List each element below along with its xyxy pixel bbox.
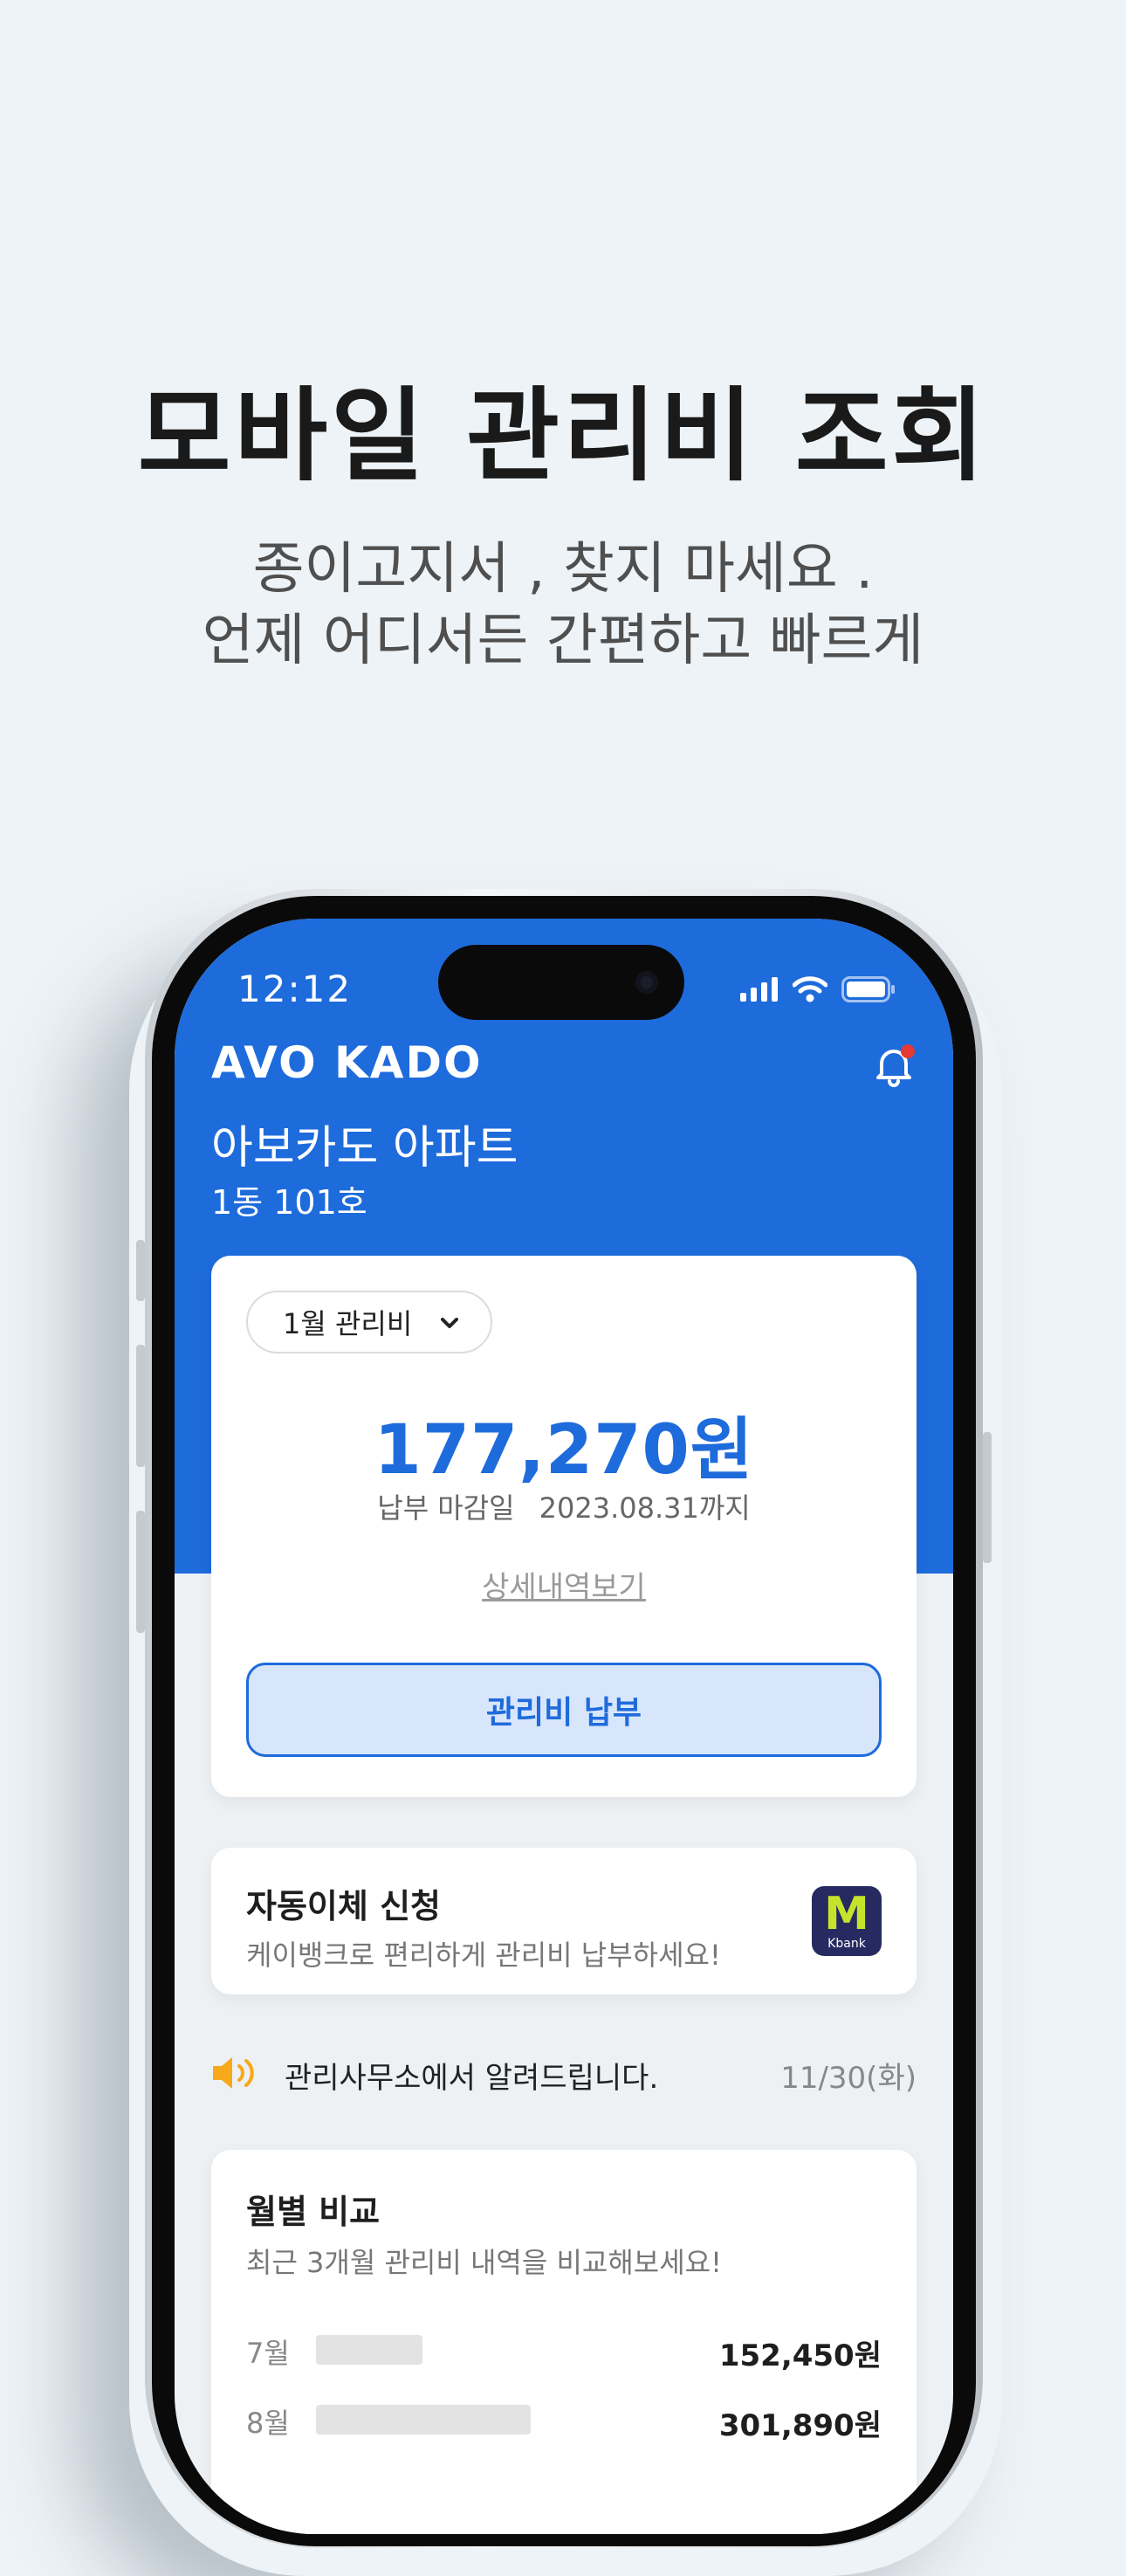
battery-icon [841,976,895,1002]
bill-card: 1월 관리비 177,270원 납부 마감일 2023.08.31까지 상세내역보… [211,1256,917,1797]
promo-headline: 모바일 관리비 조회 [137,377,989,495]
auto-transfer-card[interactable]: 자동이체 신청 케이뱅크로 편리하게 관리비 납부하세요! M Kbank [211,1848,917,1994]
notice-banner[interactable]: 관리사무소에서 알려드립니다. 11/30(화) [211,2045,917,2097]
kbank-logo-text: Kbank [827,1937,866,1951]
kbank-logo-letter: M [824,1888,869,1940]
compare-amount: 301,890원 [718,2408,882,2443]
payment-deadline: 납부 마감일 2023.08.31까지 [211,1486,917,1526]
dynamic-island [438,945,684,1020]
auto-transfer-title: 자동이체 신청 [246,1887,441,1925]
notice-date: 11/30(화) [780,2061,917,2096]
month-select-dropdown[interactable]: 1월 관리비 [246,1291,492,1353]
promo-subline-2: 언제 어디서든 간편하고 빠르게 [202,609,924,673]
kbank-logo-icon: M Kbank [812,1886,882,1956]
apartment-unit: 1동 101호 [211,1183,367,1222]
phone-volume-up-button [136,1345,145,1467]
wifi-icon [793,976,827,1002]
phone-power-button [983,1432,992,1563]
signal-icon [740,977,778,1002]
auto-transfer-description: 케이뱅크로 편리하게 관리비 납부하세요! [246,1939,721,1972]
pay-bill-button[interactable]: 관리비 납부 [246,1663,882,1757]
speaker-icon [213,2057,254,2089]
deadline-label: 납부 마감일 [377,1491,515,1525]
compare-month: 8월 [246,2407,290,2440]
phone-screen: 12:12 AVO KADO 아보카도 아파트 1동 101호 1월 관리비 1… [175,919,953,2534]
deadline-date: 2023.08.31까지 [539,1491,751,1525]
app-logo: AVO KADO [211,1037,483,1088]
notification-bell-icon[interactable] [869,1041,918,1090]
bill-amount: 177,270원 [374,1411,754,1490]
compare-bar [316,2405,531,2435]
monthly-compare-description: 최근 3개월 관리비 내역을 비교해보세요! [246,2246,722,2279]
month-select-label: 1월 관리비 [283,1307,413,1340]
phone-mute-switch [136,1240,145,1301]
promo-subline-1: 종이고지서 , 찾지 마세요 . [252,537,874,602]
chevron-down-icon [441,1318,458,1328]
monthly-compare-title: 월별 비교 [246,2193,381,2231]
apartment-name: 아보카도 아파트 [211,1122,518,1174]
notice-text: 관리사무소에서 알려드립니다. [285,2061,659,2096]
view-details-link[interactable]: 상세내역보기 [211,1563,917,1606]
compare-row: 8월 301,890원 [246,2398,882,2443]
status-time: 12:12 [237,968,353,1010]
compare-month: 7월 [246,2337,290,2370]
phone-volume-down-button [136,1511,145,1633]
monthly-compare-card: 월별 비교 최근 3개월 관리비 내역을 비교해보세요! 7월 152,450원… [211,2150,917,2534]
compare-bar [316,2335,422,2365]
front-camera [635,971,658,994]
compare-amount: 152,450원 [718,2338,882,2373]
compare-row: 7월 152,450원 [246,2328,882,2373]
status-icons [740,976,896,1002]
